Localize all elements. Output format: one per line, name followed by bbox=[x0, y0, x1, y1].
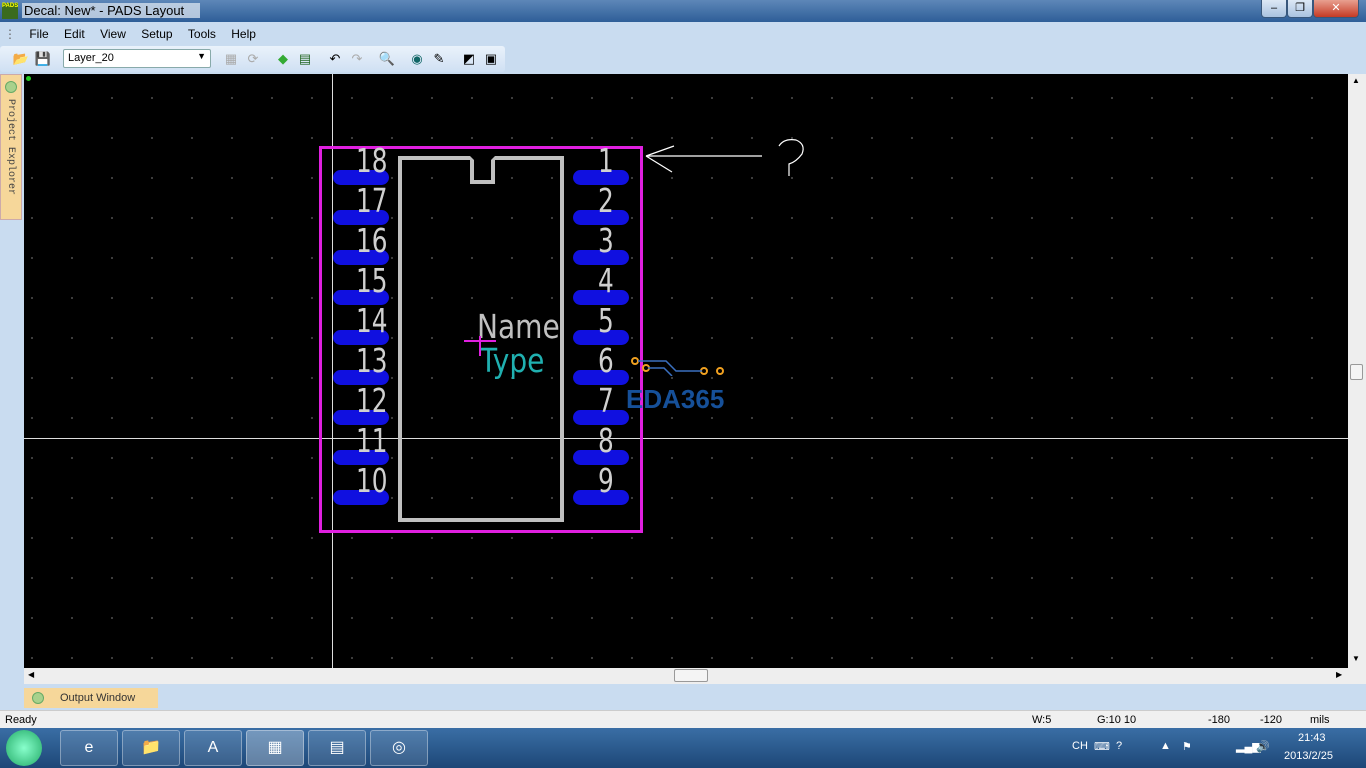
status-bar: Ready W:5 G:10 10 -180 -120 mils bbox=[0, 710, 1366, 728]
output-window-label: Output Window bbox=[60, 692, 136, 704]
pin1-notch bbox=[470, 156, 495, 184]
name-label[interactable]: Name bbox=[477, 310, 560, 343]
ie-icon[interactable]: e bbox=[60, 730, 118, 766]
toolbar: 📂 💾 Layer_20 ▼ ▦ ⟳ ◆ ▤ ↶ ↷ 🔍 ◉ ✎ ◩ ▣ bbox=[0, 46, 505, 72]
pin-number: 4 bbox=[598, 261, 614, 300]
menu-tools[interactable]: Tools bbox=[182, 24, 222, 44]
output-window-tab[interactable]: Output Window bbox=[24, 688, 158, 708]
pin-number: 17 bbox=[356, 181, 388, 220]
close-button[interactable]: ✕ bbox=[1313, 0, 1359, 18]
pin-number: 18 bbox=[356, 141, 388, 180]
type-label[interactable]: Type bbox=[480, 344, 544, 377]
status-units: mils bbox=[1310, 714, 1330, 726]
project-explorer-label: Project Explorer bbox=[5, 99, 16, 196]
pin-number: 16 bbox=[356, 221, 388, 260]
horizontal-scroll-thumb[interactable] bbox=[674, 669, 708, 682]
pin-number: 11 bbox=[356, 421, 388, 460]
properties-icon[interactable]: ▦ bbox=[222, 51, 240, 67]
explorer-icon[interactable]: 📁 bbox=[122, 730, 180, 766]
display-icon[interactable]: ◉ bbox=[408, 51, 426, 67]
watermark-logo-icon bbox=[631, 357, 724, 376]
start-button[interactable] bbox=[6, 730, 42, 766]
layer-value: Layer_20 bbox=[68, 52, 114, 64]
pin-number: 12 bbox=[356, 381, 388, 420]
menu-help[interactable]: Help bbox=[225, 24, 262, 44]
crosshair-horizontal bbox=[24, 438, 1348, 439]
arrow-annotation bbox=[645, 139, 804, 176]
vertical-scrollbar[interactable]: ▲ ▼ bbox=[1348, 74, 1366, 684]
scroll-right-icon[interactable]: ▶ bbox=[1336, 670, 1342, 679]
save-icon[interactable]: 💾 bbox=[34, 51, 52, 67]
status-width: W:5 bbox=[1032, 714, 1052, 726]
menu-view[interactable]: View bbox=[94, 24, 132, 44]
status-y: -120 bbox=[1260, 714, 1283, 726]
show-hidden-icon[interactable]: ▲ bbox=[1160, 740, 1171, 752]
pin-number: 14 bbox=[356, 301, 388, 340]
undo-icon[interactable]: ↶ bbox=[326, 51, 344, 67]
pin-number: 6 bbox=[598, 341, 614, 380]
refresh-icon[interactable]: ⟳ bbox=[244, 51, 262, 67]
status-grid: G:10 10 bbox=[1097, 714, 1137, 726]
scroll-left-icon[interactable]: ◀ bbox=[28, 670, 34, 679]
maximize-button[interactable]: ❐ bbox=[1287, 0, 1313, 18]
action-center-icon[interactable]: ⚑ bbox=[1182, 740, 1192, 753]
horizontal-scrollbar[interactable]: ◀ ▶ bbox=[24, 668, 1348, 684]
chevron-down-icon: ▼ bbox=[197, 51, 206, 61]
pin-number: 9 bbox=[598, 461, 614, 500]
pin-number: 5 bbox=[598, 301, 614, 340]
pads-app-icon: PADS bbox=[2, 3, 18, 19]
pin-number: 13 bbox=[356, 341, 388, 380]
pin-number: 2 bbox=[598, 181, 614, 220]
decal-icon[interactable]: ▤ bbox=[296, 51, 314, 67]
menu-grip[interactable]: ⋮ bbox=[0, 24, 20, 44]
open-icon[interactable]: 📂 bbox=[12, 51, 30, 67]
design-canvas[interactable]: 181716151413121110123456789 Name Type ? … bbox=[24, 74, 1348, 668]
redo-icon[interactable]: ↷ bbox=[348, 51, 366, 67]
pads-task-icon[interactable]: ▦ bbox=[246, 730, 304, 766]
menu-bar: ⋮ File Edit View Setup Tools Help bbox=[0, 24, 1366, 44]
panel-icon bbox=[5, 81, 17, 93]
pin-number: 1 bbox=[598, 141, 614, 180]
volume-icon[interactable]: 🔊 bbox=[1256, 740, 1270, 753]
vertical-scroll-thumb[interactable] bbox=[1350, 364, 1363, 380]
help-icon[interactable]: ? bbox=[1116, 740, 1122, 752]
menu-setup[interactable]: Setup bbox=[135, 24, 178, 44]
origin-cross-v bbox=[479, 336, 481, 356]
title-bar: PADS Decal: New* - PADS Layout – ❐ ✕ bbox=[0, 0, 1366, 22]
paint-icon[interactable]: ✎ bbox=[430, 51, 448, 67]
keyboard-icon[interactable]: ⌨ bbox=[1094, 740, 1110, 753]
menu-file[interactable]: File bbox=[23, 24, 54, 44]
project-explorer-tab[interactable]: Project Explorer bbox=[0, 74, 22, 220]
window-icon[interactable]: ▣ bbox=[482, 51, 500, 67]
clock-date[interactable]: 2013/2/25 bbox=[1284, 750, 1333, 762]
pdf-icon[interactable]: A bbox=[184, 730, 242, 766]
scroll-down-icon[interactable]: ▼ bbox=[1352, 654, 1360, 663]
pin-number: 8 bbox=[598, 421, 614, 460]
minimize-button[interactable]: – bbox=[1261, 0, 1287, 18]
status-x: -180 bbox=[1208, 714, 1231, 726]
origin-marker bbox=[26, 76, 31, 81]
panel-icon bbox=[32, 692, 44, 704]
zoom-icon[interactable]: 🔍 bbox=[378, 51, 396, 67]
menu-edit[interactable]: Edit bbox=[58, 24, 91, 44]
pin-number: 7 bbox=[598, 381, 614, 420]
status-ready: Ready bbox=[5, 714, 37, 726]
scroll-up-icon[interactable]: ▲ bbox=[1352, 76, 1360, 85]
eda365-watermark: EDA365 bbox=[626, 384, 725, 414]
clock-time[interactable]: 21:43 bbox=[1298, 732, 1326, 744]
media-icon[interactable]: ◎ bbox=[370, 730, 428, 766]
layer-select[interactable]: Layer_20 ▼ bbox=[63, 49, 211, 68]
pin-number: 10 bbox=[356, 461, 388, 500]
control-panel-icon[interactable]: ▤ bbox=[308, 730, 366, 766]
language-indicator[interactable]: CH bbox=[1072, 740, 1088, 752]
add-icon[interactable]: ◆ bbox=[274, 51, 292, 67]
window-title: Decal: New* - PADS Layout bbox=[22, 3, 201, 18]
export-icon[interactable]: ◩ bbox=[460, 51, 478, 67]
taskbar: e 📁 A ▦ ▤ ◎ CH ⌨ ? ▲ ⚑ ▂▄▆ 🔊 21:43 2013/… bbox=[0, 728, 1366, 768]
pin-number: 15 bbox=[356, 261, 388, 300]
pin-number: 3 bbox=[598, 221, 614, 260]
